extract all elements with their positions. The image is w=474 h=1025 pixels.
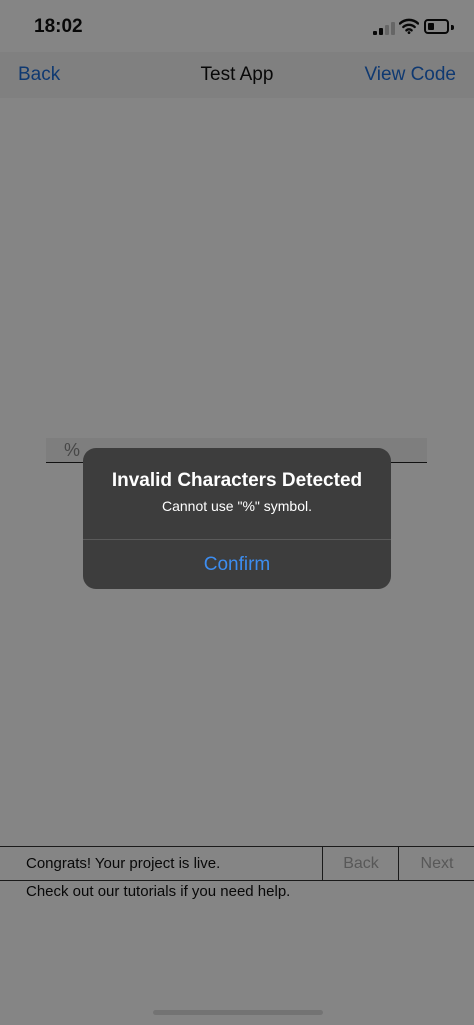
alert-dialog: Invalid Characters Detected Cannot use "… — [83, 448, 391, 589]
alert-message: Cannot use "%" symbol. — [161, 498, 312, 514]
alert-title: Invalid Characters Detected — [111, 470, 363, 491]
alert-confirm-button[interactable]: Confirm — [83, 540, 391, 589]
